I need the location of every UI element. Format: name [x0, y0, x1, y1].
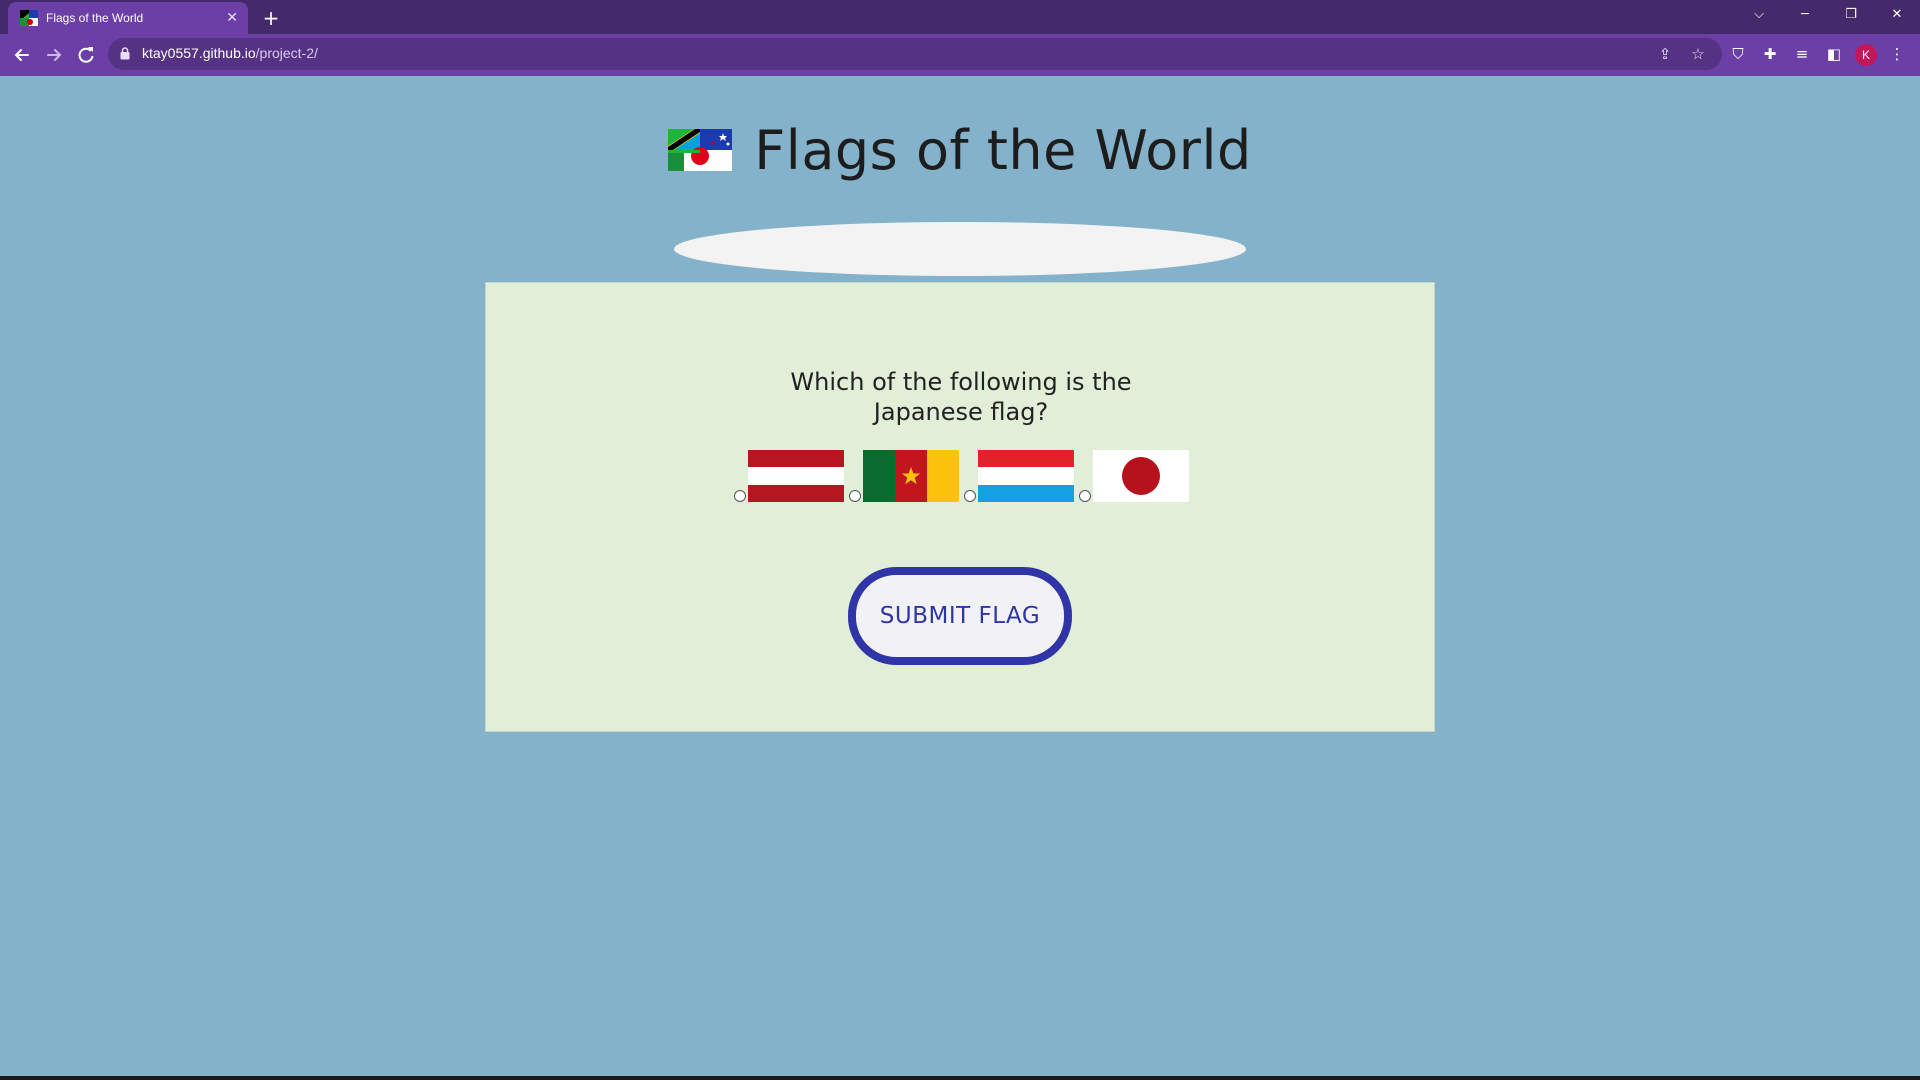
tab-title: Flags of the World: [46, 11, 144, 25]
url-host: ktay0557.github.io: [142, 45, 256, 61]
tab-strip: Flags of the World ✕ + ⌵ ─ ❐ ✕: [0, 0, 1920, 34]
site-favicon-icon: [20, 10, 38, 26]
back-arrow-icon[interactable]: [8, 41, 36, 69]
tab-close-icon[interactable]: ✕: [226, 10, 238, 26]
radio-luxembourg[interactable]: [964, 490, 976, 502]
extensions-puzzle-icon[interactable]: ✚: [1758, 42, 1782, 66]
submit-flag-button[interactable]: SUBMIT FLAG: [848, 567, 1072, 665]
browser-tab[interactable]: Flags of the World ✕: [8, 2, 248, 34]
flags-logo-icon: [668, 129, 733, 171]
address-bar[interactable]: ktay0557.github.io/project-2/ ⇪ ☆: [108, 38, 1722, 70]
cameroon-flag-icon[interactable]: [863, 450, 959, 502]
bookmark-star-icon[interactable]: ☆: [1687, 43, 1709, 65]
forward-arrow-icon[interactable]: [40, 41, 68, 69]
option-austria[interactable]: [734, 450, 844, 502]
radio-japan[interactable]: [1079, 490, 1091, 502]
page-header: Flags of the World: [0, 110, 1920, 190]
share-icon[interactable]: ⇪: [1654, 43, 1676, 65]
austria-flag-icon[interactable]: [748, 450, 844, 502]
restore-icon[interactable]: ❐: [1828, 0, 1874, 30]
new-tab-icon[interactable]: +: [258, 5, 284, 31]
taskbar-edge: [0, 1076, 1920, 1080]
profile-avatar[interactable]: K: [1855, 44, 1877, 66]
page-title: Flags of the World: [754, 118, 1252, 182]
result-message-bubble: [674, 222, 1246, 276]
reload-icon[interactable]: [72, 41, 100, 69]
quiz-card: Which of the following is the Japanese f…: [485, 282, 1435, 732]
lock-icon[interactable]: [120, 47, 130, 60]
option-japan[interactable]: [1079, 450, 1189, 502]
luxembourg-flag-icon[interactable]: [978, 450, 1074, 502]
question-text: Which of the following is the Japanese f…: [790, 368, 1132, 426]
option-cameroon[interactable]: [849, 450, 959, 502]
tab-search-icon[interactable]: ⌵: [1736, 0, 1782, 30]
side-panel-icon[interactable]: ◧: [1822, 42, 1846, 66]
more-menu-icon[interactable]: ⋮: [1885, 42, 1909, 66]
minimize-icon[interactable]: ─: [1782, 0, 1828, 30]
extension-shield-icon[interactable]: ⛉: [1726, 42, 1750, 66]
url-path: /project-2/: [255, 45, 318, 61]
japan-flag-icon[interactable]: [1093, 450, 1189, 502]
flag-options: [734, 450, 1194, 504]
radio-cameroon[interactable]: [849, 490, 861, 502]
close-window-icon[interactable]: ✕: [1874, 0, 1920, 30]
option-luxembourg[interactable]: [964, 450, 1074, 502]
url-text[interactable]: ktay0557.github.io/project-2/: [142, 45, 318, 61]
media-playlist-icon[interactable]: ≡: [1790, 42, 1814, 66]
radio-austria[interactable]: [734, 490, 746, 502]
